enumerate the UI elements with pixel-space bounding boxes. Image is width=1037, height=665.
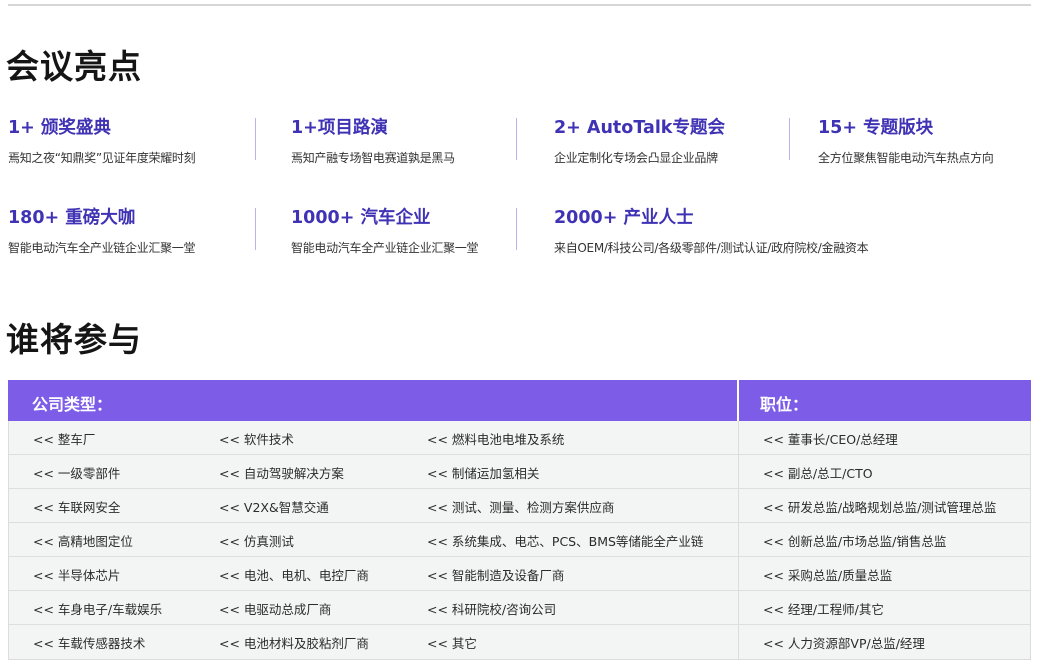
table-row: << 高精地图定位 << 仿真测试 << 系统集成、电芯、PCS、BMS等储能全产业… — [9, 523, 1030, 557]
company-type-cell: << 高精地图定位 — [33, 534, 133, 549]
header-divider — [737, 380, 739, 421]
company-type-cell: << 车载传感器技术 — [33, 636, 146, 651]
highlight-number: 1+项目路演 — [291, 118, 388, 138]
table-row: << 车联网安全 << V2X&智慧交通 << 测试、测量、检测方案供应商 << 研发… — [9, 489, 1030, 523]
highlight-description: 来自OEM/科技公司/各级零部件/测试认证/政府院校/金融资本 — [554, 241, 869, 255]
highlights-title: 会议亮点 — [6, 47, 142, 86]
company-type-cell: << 科研院校/咨询公司 — [427, 602, 557, 617]
company-type-cell: << 整车厂 — [33, 432, 96, 447]
company-type-cell: << 电驱动总成厂商 — [219, 602, 332, 617]
company-type-cell: << V2X&智慧交通 — [219, 500, 329, 515]
highlight-description: 全方位聚焦智能电动汽车热点方向 — [818, 151, 994, 165]
position-cell: << 人力资源部VP/总监/经理 — [763, 636, 925, 651]
highlight-divider — [789, 118, 790, 160]
position-header: 职位： — [760, 395, 809, 414]
highlight-number: 15+ 专题版块 — [818, 118, 934, 138]
highlight-item: 1000+ 汽车企业 智能电动汽车全产业链企业汇聚一堂 — [291, 204, 541, 256]
highlight-item: 1+项目路演 焉知产融专场智电赛道孰是黑马 — [291, 114, 541, 166]
table-row: << 车身电子/车载娱乐 << 电驱动总成厂商 << 科研院校/咨询公司 << 经理/… — [9, 591, 1030, 625]
highlight-item: 1+ 颁奖盛典 焉知之夜“知鼎奖”见证年度荣耀时刻 — [8, 114, 258, 166]
company-type-cell: << 系统集成、电芯、PCS、BMS等储能全产业链 — [427, 534, 704, 549]
company-type-cell: << 一级零部件 — [33, 466, 121, 481]
highlight-description: 智能电动汽车全产业链企业汇聚一堂 — [8, 241, 196, 255]
position-cell: << 研发总监/战略规划总监/测试管理总监 — [763, 500, 997, 515]
highlight-divider — [255, 208, 256, 250]
position-cell: << 董事长/CEO/总经理 — [763, 432, 898, 447]
highlight-item: 15+ 专题版块 全方位聚焦智能电动汽车热点方向 — [818, 114, 1033, 166]
highlight-number: 1000+ 汽车企业 — [291, 208, 431, 228]
table-header: 公司类型： 职位： — [8, 380, 1031, 421]
company-type-cell: << 制储运加氢相关 — [427, 466, 540, 481]
company-type-cell: << 智能制造及设备厂商 — [427, 568, 565, 583]
position-cell: << 经理/工程师/其它 — [763, 602, 884, 617]
company-type-cell: << 自动驾驶解决方案 — [219, 466, 344, 481]
highlight-item: 2+ AutoTalk专题会 企业定制化专场会凸显企业品牌 — [554, 114, 804, 166]
company-type-header: 公司类型： — [32, 395, 113, 414]
highlight-number: 2000+ 产业人士 — [554, 208, 694, 228]
table-row: << 一级零部件 << 自动驾驶解决方案 << 制储运加氢相关 << 副总/总工/CT… — [9, 455, 1030, 489]
table-row: << 半导体芯片 << 电池、电机、电控厂商 << 智能制造及设备厂商 << 采购总监… — [9, 557, 1030, 591]
highlight-description: 企业定制化专场会凸显企业品牌 — [554, 151, 718, 165]
company-type-cell: << 仿真测试 — [219, 534, 294, 549]
position-cell: << 采购总监/质量总监 — [763, 568, 893, 583]
company-type-cell: << 车身电子/车载娱乐 — [33, 602, 163, 617]
company-type-cell: << 电池、电机、电控厂商 — [219, 568, 369, 583]
table-row: << 车载传感器技术 << 电池材料及胶粘剂厂商 << 其它 << 人力资源部VP/总… — [9, 625, 1030, 659]
highlight-item: 180+ 重磅大咖 智能电动汽车全产业链企业汇聚一堂 — [8, 204, 258, 256]
top-divider — [8, 4, 1031, 6]
highlight-number: 180+ 重磅大咖 — [8, 208, 136, 228]
participants-title: 谁将参与 — [6, 320, 142, 359]
participants-table: 公司类型： 职位： << 整车厂 << 软件技术 << 燃料电池电堆及系统 << 董事… — [8, 380, 1031, 660]
position-cell: << 副总/总工/CTO — [763, 466, 873, 481]
company-type-cell: << 电池材料及胶粘剂厂商 — [219, 636, 369, 651]
highlight-description: 焉知之夜“知鼎奖”见证年度荣耀时刻 — [8, 151, 196, 165]
company-type-cell: << 其它 — [427, 636, 477, 651]
company-type-cell: << 车联网安全 — [33, 500, 121, 515]
highlight-number: 2+ AutoTalk专题会 — [554, 118, 725, 138]
company-type-cell: << 燃料电池电堆及系统 — [427, 432, 565, 447]
company-type-cell: << 测试、测量、检测方案供应商 — [427, 500, 615, 515]
table-row: << 整车厂 << 软件技术 << 燃料电池电堆及系统 << 董事长/CEO/总经理 — [9, 421, 1030, 455]
highlight-item: 2000+ 产业人士 来自OEM/科技公司/各级零部件/测试认证/政府院校/金融… — [554, 204, 974, 256]
highlight-number: 1+ 颁奖盛典 — [8, 118, 111, 138]
highlight-divider — [255, 118, 256, 160]
highlight-description: 焉知产融专场智电赛道孰是黑马 — [291, 151, 455, 165]
company-type-cell: << 软件技术 — [219, 432, 294, 447]
highlight-divider — [516, 118, 517, 160]
company-type-cell: << 半导体芯片 — [33, 568, 121, 583]
position-cell: << 创新总监/市场总监/销售总监 — [763, 534, 947, 549]
table-body: << 整车厂 << 软件技术 << 燃料电池电堆及系统 << 董事长/CEO/总经理 <… — [8, 421, 1031, 660]
highlight-divider — [516, 208, 517, 250]
highlight-description: 智能电动汽车全产业链企业汇聚一堂 — [291, 241, 479, 255]
